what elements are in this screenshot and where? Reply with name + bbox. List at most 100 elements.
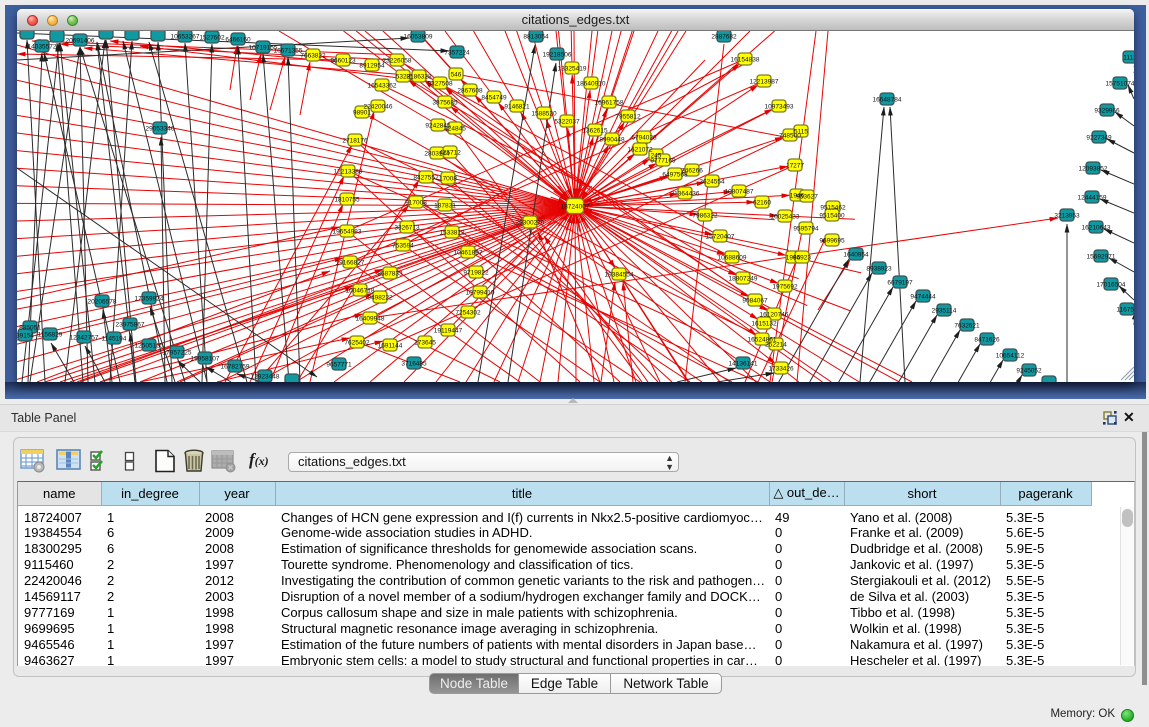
svg-text:62160: 62160 [753,200,771,207]
svg-text:18807249: 18807249 [729,276,758,283]
svg-text:2867608: 2867608 [457,88,483,95]
svg-text:835051: 835051 [19,325,41,332]
svg-text:9699695: 9699695 [819,238,845,245]
svg-text:23226058: 23226058 [383,58,412,65]
svg-text:16648784: 16648784 [873,97,902,104]
svg-text:7986322: 7986322 [692,213,718,220]
svg-text:21364436: 21364436 [671,191,700,198]
svg-text:18724007: 18724007 [561,204,590,211]
svg-text:19654983: 19654983 [333,229,362,236]
svg-text:19218506: 19218506 [543,52,572,59]
svg-text:19119447: 19119447 [434,328,463,335]
svg-text:2935114: 2935114 [932,308,957,315]
svg-text:17957225: 17957225 [163,350,192,357]
svg-text:20206578: 20206578 [88,299,117,306]
svg-text:9660123: 9660123 [330,58,356,65]
svg-text:18640910: 18640910 [577,81,606,88]
svg-text:19958107: 19958107 [191,356,220,363]
svg-text:1691144: 1691144 [378,343,403,350]
svg-text:94923: 94923 [793,255,811,262]
svg-text:5115: 5115 [794,129,808,136]
svg-text:9515400: 9515400 [819,213,845,220]
svg-text:98901: 98901 [353,110,371,117]
svg-text:324845: 324845 [444,126,466,133]
svg-text:7357224: 7357224 [444,50,470,57]
svg-text:746266: 746266 [681,168,703,175]
svg-text:8912954: 8912954 [359,63,385,70]
svg-text:9329966: 9329966 [1094,108,1120,115]
svg-text:15751074: 15751074 [1106,81,1134,88]
svg-text:16154838: 16154838 [731,57,760,64]
svg-text:10025433: 10025433 [771,214,800,221]
svg-text:9657771: 9657771 [326,362,352,369]
svg-text:10807487: 10807487 [725,189,754,196]
svg-text:12342757: 12342757 [70,335,99,342]
svg-text:7254302: 7254302 [455,310,481,317]
svg-text:1615132: 1615132 [751,321,777,328]
svg-text:753594: 753594 [392,243,414,250]
svg-text:29300275: 29300275 [516,220,545,227]
svg-text:19166827: 19166827 [336,260,365,267]
svg-text:12093852: 12093852 [1079,166,1108,173]
svg-text:9146821: 9146821 [504,104,530,111]
svg-text:9595794: 9595794 [793,226,819,233]
svg-text:9498222: 9498222 [367,295,393,302]
svg-text:39154: 39154 [17,333,34,340]
svg-text:12923448: 12923448 [251,374,280,381]
svg-text:953627: 953627 [796,194,818,201]
svg-text:15720407: 15720407 [706,234,735,241]
svg-text:15692971: 15692971 [1087,254,1116,261]
svg-text:9245052: 9245052 [1016,368,1042,375]
svg-text:10688609: 10688609 [718,255,747,262]
svg-text:29053346: 29053346 [146,126,175,133]
svg-text:19384554: 19384554 [605,272,634,279]
svg-text:16053809: 16053809 [404,34,433,41]
svg-text:10461897: 10461897 [454,250,483,257]
svg-text:1733426: 1733426 [768,366,794,373]
svg-text:13325419: 13325419 [558,66,587,73]
svg-text:3213953: 3213953 [1054,213,1080,220]
svg-text:12213389: 12213389 [334,169,363,176]
svg-text:16671355: 16671355 [274,48,303,55]
svg-text:17359924: 17359924 [135,296,164,303]
svg-text:1588520: 1588520 [531,111,557,118]
svg-text:8938923: 8938923 [866,266,892,273]
svg-text:7625402: 7625402 [344,340,370,347]
svg-text:3875685: 3875685 [432,100,458,107]
svg-text:20691406: 20691406 [66,38,95,45]
svg-text:546: 546 [451,72,462,79]
svg-text:10973493: 10973493 [765,104,794,111]
svg-text:7663822: 7663822 [300,53,326,60]
svg-text:1527602: 1527602 [199,35,225,42]
svg-text:14136141: 14136141 [729,361,758,368]
svg-text:1621072: 1621072 [627,147,653,154]
svg-text:16120746: 16120746 [760,312,789,319]
svg-text:1810755: 1810755 [334,197,360,204]
svg-text:6679197: 6679197 [887,280,913,287]
svg-text:1145194: 1145194 [102,336,127,343]
svg-text:8427552: 8427552 [413,175,439,182]
svg-text:9719822: 9719822 [463,270,489,277]
svg-text:8454749: 8454749 [481,95,507,102]
svg-text:7955812: 7955812 [615,114,641,121]
svg-text:17008: 17008 [439,176,457,183]
svg-text:16409948: 16409948 [356,316,385,323]
svg-text:1156829: 1156829 [38,332,63,339]
svg-text:9227349: 9227349 [1086,135,1112,142]
svg-text:425712: 425712 [439,150,461,157]
svg-text:10654112: 10654112 [996,353,1025,360]
svg-text:7632621: 7632621 [954,323,980,330]
svg-text:1112: 1112 [1123,55,1134,62]
svg-text:16782759: 16782759 [221,364,250,371]
svg-text:16961758: 16961758 [595,100,624,107]
svg-text:9474444: 9474444 [910,294,936,301]
svg-text:187831: 187831 [434,203,456,210]
svg-text:6794028: 6794028 [631,135,657,142]
svg-text:8186328: 8186328 [406,74,432,81]
svg-text:9327508: 9327508 [427,81,453,88]
svg-text:9515462: 9515462 [820,205,846,212]
svg-text:17277: 17277 [786,163,804,170]
svg-text:9084067: 9084067 [742,298,768,305]
svg-text:5322037: 5322037 [554,119,580,126]
svg-text:252214: 252214 [765,342,787,349]
